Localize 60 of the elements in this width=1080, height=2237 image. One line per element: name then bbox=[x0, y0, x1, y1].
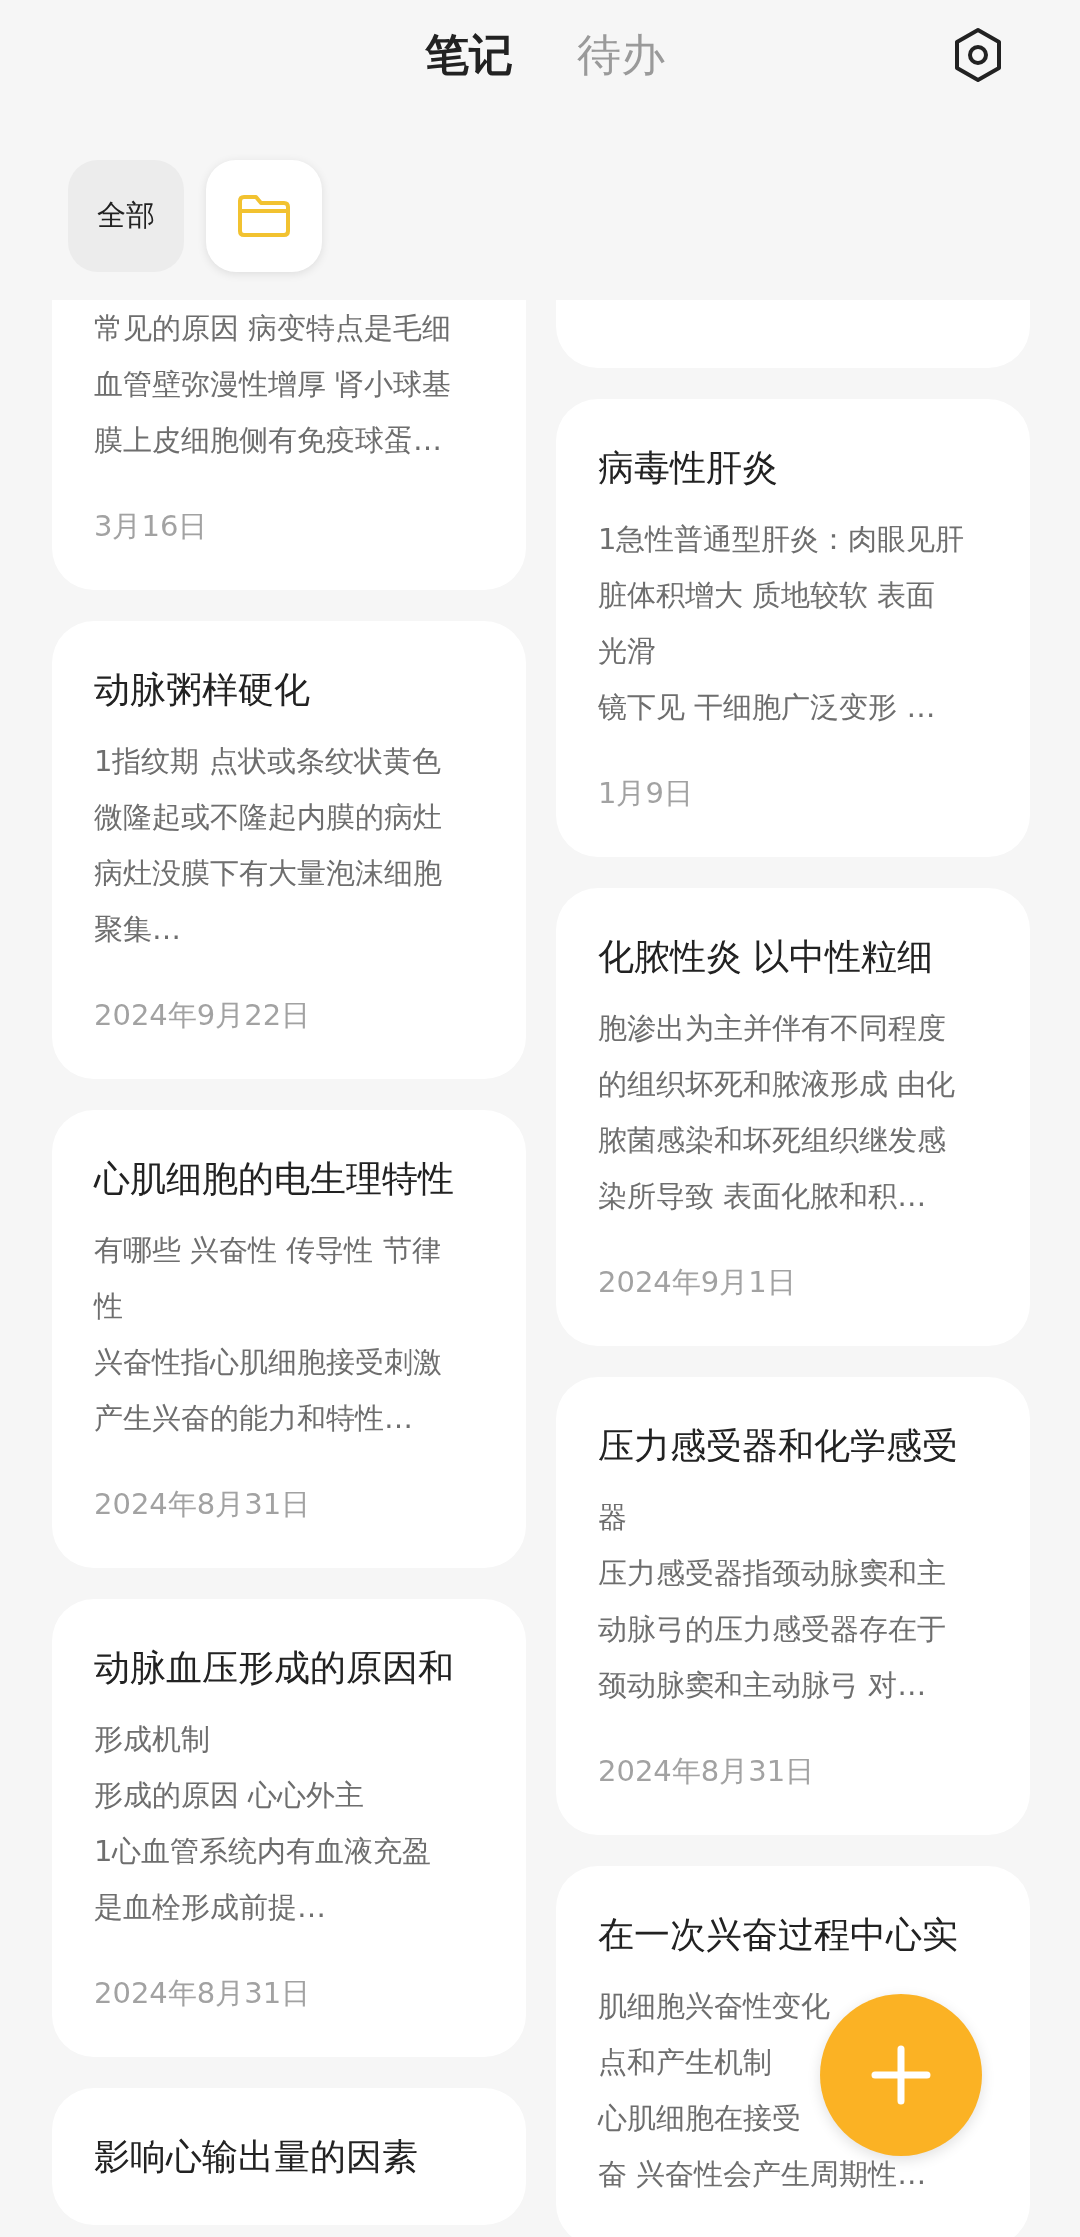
note-title: 压力感受器和化学感受 bbox=[598, 1424, 959, 1468]
note-text: 膜上皮细胞侧有免疫球蛋… bbox=[94, 422, 442, 459]
note-card[interactable]: 影响心输出量的因素 bbox=[52, 2088, 526, 2225]
note-text: 器 bbox=[598, 1499, 627, 1536]
note-text: 产生兴奋的能力和特性… bbox=[94, 1400, 413, 1437]
note-title: 动脉血压形成的原因和 bbox=[94, 1646, 455, 1690]
note-text: 聚集… bbox=[94, 911, 181, 948]
note-text: 有哪些 兴奋性 传导性 节律 bbox=[94, 1232, 441, 1269]
note-card[interactable]: 动脉粥样硬化 1指纹期 点状或条纹状黄色 微隆起或不隆起内膜的病灶 病灶没膜下有大量泡沫细胞 聚集… 2024年9月22日 bbox=[52, 621, 526, 1079]
note-date: 2024年9月1日 bbox=[598, 1264, 797, 1301]
note-date: 2024年8月31日 bbox=[94, 1975, 312, 2012]
note-text: 微隆起或不隆起内膜的病灶 bbox=[94, 799, 442, 836]
note-text: 1指纹期 点状或条纹状黄色 bbox=[94, 743, 441, 780]
note-date: 1月9日 bbox=[598, 775, 694, 812]
note-text: 1心血管系统内有血液充盈 bbox=[94, 1833, 432, 1870]
plus-icon bbox=[871, 2045, 931, 2105]
note-title: 心肌细胞的电生理特性 bbox=[94, 1157, 455, 1201]
note-text: 常见的原因 病变特点是毛细 bbox=[94, 310, 452, 347]
note-card[interactable]: 动脉血压形成的原因和 形成机制 形成的原因 心心外主 1心血管系统内有血液充盈 是血栓形成前提… 2024年8月31日 bbox=[52, 1599, 526, 2057]
note-text: 心肌细胞在接受 bbox=[598, 2100, 801, 2137]
note-text: 颈动脉窦和主动脉弓 对… bbox=[598, 1667, 927, 1704]
note-card[interactable]: 压力感受器和化学感受 器 压力感受器指颈动脉窦和主 动脉弓的压力感受器存在于 颈动脉窦和主动脉弓 对… 2024年8月31日 bbox=[556, 1377, 1030, 1835]
note-card[interactable]: 心肌细胞的电生理特性 有哪些 兴奋性 传导性 节律 性 兴奋性指心肌细胞接受刺激 产生兴奋的能力和特性… 2024年8月31日 bbox=[52, 1110, 526, 1568]
note-text: 是血栓形成前提… bbox=[94, 1889, 326, 1926]
note-text: 肌细胞兴奋性变化 bbox=[598, 1988, 830, 2025]
note-text: 病灶没膜下有大量泡沫细胞 bbox=[94, 855, 442, 892]
note-title: 病毒性肝炎 bbox=[598, 446, 779, 490]
note-card[interactable]: 病毒性肝炎 1急性普通型肝炎：肉眼见肝 脏体积增大 质地较软 表面 光滑 镜下见 干细胞广泛变形 … 1月9日 bbox=[556, 399, 1030, 857]
folder-chip[interactable] bbox=[206, 160, 322, 272]
note-date: 2024年9月22日 bbox=[94, 997, 312, 1034]
note-text: 镜下见 干细胞广泛变形 … bbox=[598, 689, 936, 726]
note-text: 奋 兴奋性会产生周期性… bbox=[598, 2156, 927, 2193]
note-text: 形成的原因 心心外主 bbox=[94, 1777, 365, 1814]
note-text: 动脉弓的压力感受器存在于 bbox=[598, 1611, 946, 1648]
note-text: 1急性普通型肝炎：肉眼见肝 bbox=[598, 521, 965, 558]
note-title: 影响心输出量的因素 bbox=[94, 2135, 419, 2179]
note-text: 兴奋性指心肌细胞接受刺激 bbox=[94, 1344, 442, 1381]
note-title: 化脓性炎 以中性粒细 bbox=[598, 935, 935, 979]
note-text: 染所导致 表面化脓和积… bbox=[598, 1178, 927, 1215]
note-date: 2024年8月31日 bbox=[598, 1753, 816, 1790]
folder-icon bbox=[236, 193, 292, 239]
note-card[interactable]: 化脓性炎 以中性粒细 胞渗出为主并伴有不同程度 的组织坏死和脓液形成 由化 脓菌感染和坏死组织继发感 染所导致 表面化脓和积… 2024年9月1日 bbox=[556, 888, 1030, 1346]
note-card[interactable]: 常见的原因 病变特点是毛细 血管壁弥漫性增厚 肾小球基 膜上皮细胞侧有免疫球蛋… 3月16日 bbox=[52, 300, 526, 590]
settings-icon[interactable] bbox=[952, 27, 1004, 83]
note-text: 胞渗出为主并伴有不同程度 bbox=[598, 1010, 946, 1047]
note-text: 压力感受器指颈动脉窦和主 bbox=[598, 1555, 946, 1592]
note-text: 脏体积增大 质地较软 表面 bbox=[598, 577, 936, 614]
note-text: 脓菌感染和坏死组织继发感 bbox=[598, 1122, 946, 1159]
note-date: 3月16日 bbox=[94, 508, 209, 545]
note-date: 2024年8月31日 bbox=[94, 1486, 312, 1523]
tab[interactable]: 笔记 bbox=[425, 25, 513, 85]
note-title: 动脉粥样硬化 bbox=[94, 668, 311, 712]
note-text: 形成机制 bbox=[94, 1721, 210, 1758]
note-text: 光滑 bbox=[598, 633, 656, 670]
note-text: 性 bbox=[94, 1288, 123, 1325]
note-text: 的组织坏死和脓液形成 由化 bbox=[598, 1066, 956, 1103]
note-title: 在一次兴奋过程中心实 bbox=[598, 1913, 959, 1957]
note-text: 点和产生机制 bbox=[598, 2044, 772, 2081]
note-text: 血管壁弥漫性增厚 肾小球基 bbox=[94, 366, 452, 403]
folder-chip[interactable]: 全部 bbox=[68, 160, 184, 272]
